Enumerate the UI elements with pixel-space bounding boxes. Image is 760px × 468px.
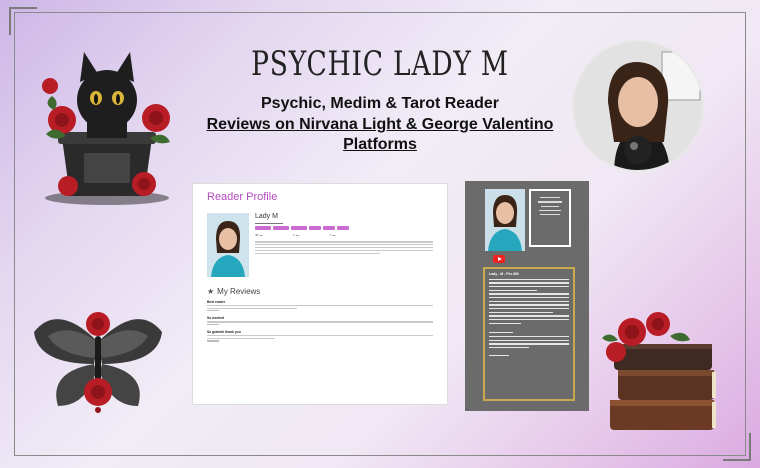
skill-tag	[323, 226, 335, 231]
reader-profile-title: Reader Profile	[207, 191, 278, 203]
reader-name: Lady M	[255, 213, 278, 220]
dark-panel-photo	[485, 189, 525, 251]
dark-profile-panel: Lady - M - Pin 406	[465, 181, 589, 411]
skill-tags	[255, 226, 433, 231]
skill-tag	[273, 226, 289, 231]
phone-icon[interactable]: ☎ ▬	[255, 233, 263, 237]
dark-panel-info-box: Lady - M - Pin 406	[483, 267, 575, 401]
reader-bio-text	[255, 241, 433, 255]
gothic-butterfly-roses-illustration	[34, 312, 162, 413]
skill-tag	[309, 226, 321, 231]
skill-tag	[337, 226, 349, 231]
skill-tag	[291, 226, 307, 231]
youtube-play-icon[interactable]	[493, 255, 505, 263]
email-icon[interactable]: ✉ ▬	[329, 233, 335, 237]
review-item: So worried	[207, 316, 433, 326]
stacked-books-roses-illustration	[602, 312, 716, 430]
contact-row: ☎ ▬ ✉ ▬ ✉ ▬	[255, 233, 433, 237]
reader-avatar-photo	[572, 40, 704, 172]
chat-icon[interactable]: ✉ ▬	[293, 233, 299, 237]
reader-profile-card: Reader Profile Lady M ☎ ▬ ✉ ▬ ✉ ▬ ★ My R…	[192, 183, 448, 405]
my-reviews-heading: ★ My Reviews	[207, 287, 261, 296]
reader-pin	[255, 223, 433, 225]
review-item: So grateful thank you	[207, 330, 433, 342]
review-item: Best reader	[207, 300, 433, 312]
reviews-platforms-line: Reviews on Nirvana Light & George Valent…	[206, 116, 554, 153]
skill-tag	[255, 226, 271, 231]
profile-photo	[207, 213, 249, 277]
star-icon: ★	[207, 287, 215, 296]
brand-logo-box	[529, 189, 571, 247]
